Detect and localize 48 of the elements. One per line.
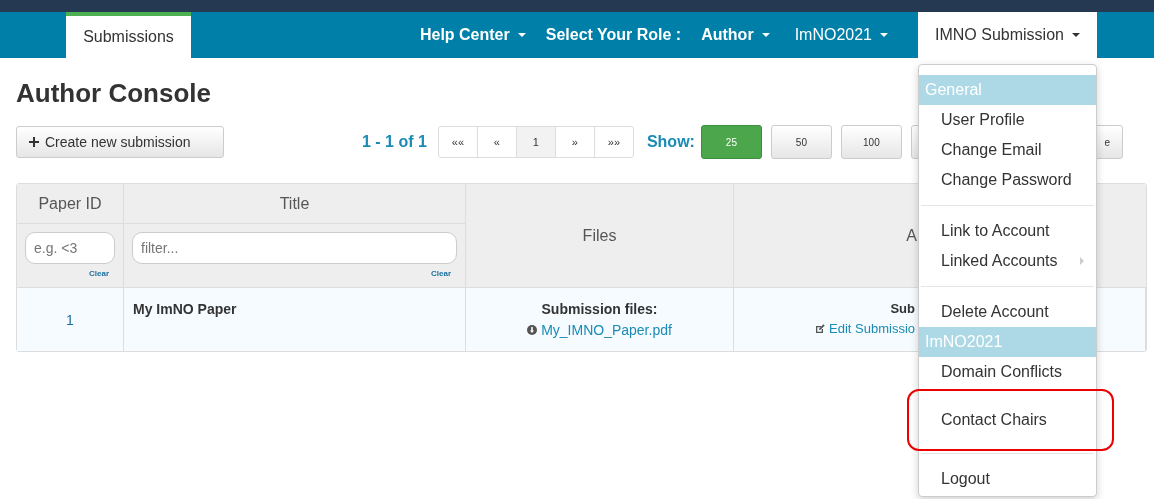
file-link[interactable]: My_IMNO_Paper.pdf (527, 322, 672, 338)
column-header: Files (466, 184, 734, 288)
files-label: Submission files: (541, 301, 658, 317)
menu-item[interactable]: Logout (919, 464, 1096, 494)
page-link[interactable]: « (477, 127, 517, 157)
plus-icon (29, 137, 39, 147)
filter-field[interactable]: e.g. <3 (25, 232, 115, 264)
column-header: Paper ID (17, 184, 124, 224)
caret-icon (517, 33, 526, 37)
menu-item[interactable]: Change Email (919, 135, 1096, 165)
page-link[interactable]: »» (594, 127, 633, 157)
create-submission-button[interactable]: Create new submission (16, 126, 224, 158)
menu-item[interactable]: Link to Account (919, 216, 1096, 246)
nav-menu[interactable]: Help Center (409, 12, 536, 58)
caret-icon (761, 33, 770, 37)
menu-item[interactable]: Contact Chairs (909, 391, 1112, 449)
menu-item[interactable]: Delete Account (919, 297, 1096, 327)
actions-label: Sub (890, 301, 915, 316)
nav-tab[interactable]: Submissions (66, 12, 191, 58)
menu-item[interactable]: Domain Conflicts (919, 357, 1096, 387)
nav-menu[interactable]: ImNO2021 (779, 12, 903, 58)
menu-item[interactable]: User Profile (919, 105, 1096, 135)
show-label: Show: (646, 133, 695, 151)
edit-submission-link[interactable]: Edit Submissio (815, 321, 915, 336)
page-link[interactable]: 1 (516, 127, 556, 157)
page-link[interactable]: «« (438, 127, 478, 157)
nav-menu[interactable]: IMNO Submission (918, 12, 1097, 58)
column-header: Title (124, 184, 466, 224)
caret-icon (1071, 33, 1080, 37)
page-link[interactable]: » (555, 127, 595, 157)
submenu-arrow-icon (1080, 257, 1084, 265)
edit-icon (815, 323, 825, 334)
table-cell: 1 (17, 288, 124, 351)
menu-item[interactable]: Linked Accounts (919, 246, 1096, 276)
page-size-button[interactable]: 50 (770, 125, 832, 159)
page-size-button[interactable]: 100 (840, 125, 902, 159)
filter-field[interactable]: filter... (132, 232, 457, 264)
menu-section-header: General (919, 75, 1096, 105)
page-title: Author Console (16, 77, 211, 110)
menu-section-header: ImNO2021 (919, 327, 1096, 357)
clear-link[interactable]: Clear (431, 269, 451, 278)
download-icon (527, 325, 538, 335)
clear-link[interactable]: Clear (89, 269, 109, 278)
page-range: 1 - 1 of 1 (362, 133, 427, 151)
nav-label: Select Your Role : (544, 25, 683, 45)
nav-menu[interactable]: Author (691, 12, 780, 58)
table-cell: My ImNO Paper (124, 288, 466, 351)
caret-icon (880, 33, 888, 37)
